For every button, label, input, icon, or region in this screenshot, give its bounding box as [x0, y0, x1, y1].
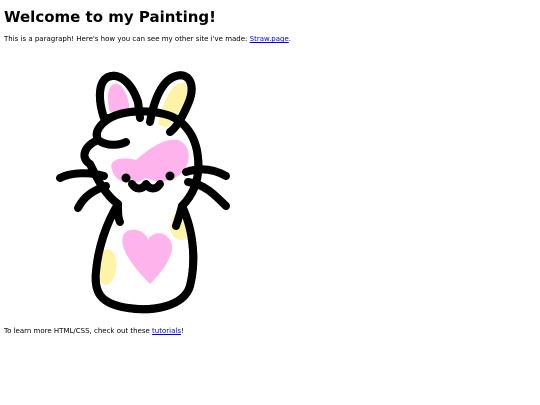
- outro-text: To learn more HTML/CSS, check out these: [4, 327, 153, 335]
- outro-text-end: !: [180, 327, 184, 335]
- left-whisker-bottom: [74, 182, 110, 212]
- page-title: Welcome to my Painting!: [4, 8, 216, 26]
- right-eye: [165, 171, 175, 181]
- mouth: [128, 180, 164, 193]
- tutorials-link[interactable]: tutorials: [152, 327, 181, 335]
- left-whisker-top: [56, 169, 108, 182]
- left-eye: [121, 173, 131, 183]
- intro-paragraph: This is a paragraph! Here's how you can …: [4, 35, 291, 44]
- intro-text-end: .: [288, 35, 292, 43]
- intro-text: This is a paragraph! Here's how you can …: [4, 35, 250, 43]
- straw-page-link[interactable]: Straw.page: [250, 35, 289, 43]
- bunny-painting: [56, 71, 230, 314]
- outro-paragraph: To learn more HTML/CSS, check out these …: [4, 327, 184, 336]
- page: Welcome to my Painting! This is a paragr…: [0, 0, 540, 405]
